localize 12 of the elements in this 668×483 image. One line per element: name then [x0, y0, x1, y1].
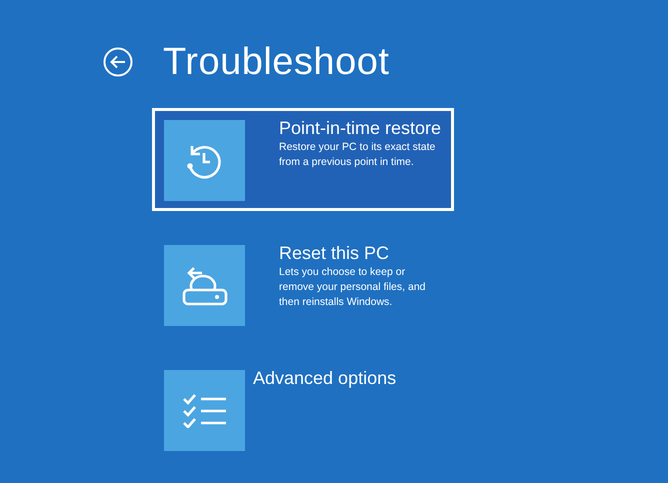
option-title: Reset this PC: [279, 242, 390, 264]
page-title: Troubleshoot: [163, 40, 390, 85]
option-tile[interactable]: Point-in-time restore Restore your PC to its exact state from a previous point in time.: [152, 108, 454, 211]
option-title: Advanced options: [253, 367, 398, 389]
option-description: Lets you choose to keep or remove your personal files, and then reinstalls Windows.: [279, 265, 426, 310]
option-title: Point-in-time restore: [279, 117, 442, 139]
back-icon[interactable]: [103, 47, 133, 77]
option-tile[interactable]: Advanced options: [152, 358, 454, 461]
drive-reset-icon: [182, 264, 228, 306]
checklist-icon: [182, 394, 228, 428]
option-tile[interactable]: Reset this PC Lets you choose to keep or remove your personal files, and then reinstalls Windows.: [152, 233, 454, 336]
option-description: Restore your PC to its exact state from a previous point in time.: [279, 140, 436, 170]
